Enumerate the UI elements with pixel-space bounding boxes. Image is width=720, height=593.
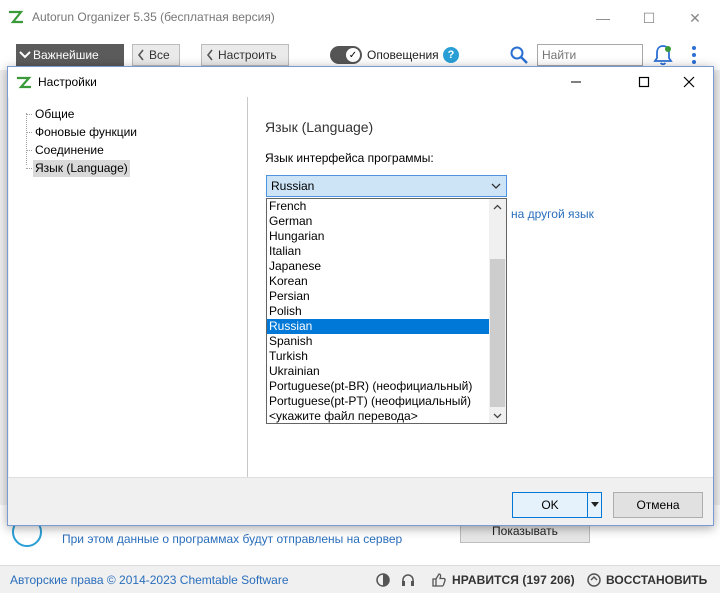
- close-icon: ✕: [689, 9, 701, 26]
- language-dropdown-list: French German Hungarian Italian Japanese Kore…: [266, 198, 507, 424]
- maximize-button[interactable]: ☐: [626, 6, 672, 30]
- dialog-minimize-button[interactable]: [556, 70, 596, 94]
- scroll-up-icon[interactable]: [489, 199, 506, 214]
- configure-button[interactable]: Настроить: [201, 44, 289, 66]
- tree-item-language[interactable]: Язык (Language): [33, 160, 130, 177]
- like-button[interactable]: НРАВИТСЯ (197 206): [452, 573, 575, 587]
- close-button[interactable]: ✕: [672, 6, 718, 30]
- language-settings-panel: Язык (Language) Язык интерфейса программ…: [248, 97, 713, 477]
- tree-item-connection[interactable]: Соединение: [33, 142, 106, 159]
- search-input[interactable]: [537, 44, 643, 66]
- ok-button-label: OK: [541, 498, 559, 512]
- more-menu-icon[interactable]: [688, 44, 700, 66]
- dialog-maximize-button[interactable]: [624, 70, 664, 94]
- dropdown-option[interactable]: Spanish: [267, 334, 489, 349]
- section-title: Язык (Language): [265, 119, 374, 135]
- dropdown-option[interactable]: Italian: [267, 244, 489, 259]
- chevron-down-icon: [491, 183, 501, 189]
- thumbs-up-icon[interactable]: [431, 572, 447, 588]
- dropdown-option[interactable]: German: [267, 214, 489, 229]
- scroll-down-icon[interactable]: [489, 408, 506, 423]
- bell-icon[interactable]: [653, 44, 673, 66]
- dropdown-option[interactable]: Persian: [267, 289, 489, 304]
- settings-dialog: Настройки Общие Фоновые функции Соединен…: [7, 66, 714, 526]
- restore-icon[interactable]: [586, 572, 602, 588]
- checkmark-icon: ✓: [345, 47, 361, 63]
- server-hint-text: При этом данные о программах будут отпра…: [62, 532, 403, 546]
- dialog-footer: OK Отмена: [8, 477, 713, 525]
- tree-item-background[interactable]: Фоновые функции: [33, 124, 139, 141]
- dropdown-option[interactable]: Korean: [267, 274, 489, 289]
- dropdown-option[interactable]: Hungarian: [267, 229, 489, 244]
- important-filter-button[interactable]: Важнейшие: [16, 44, 124, 66]
- headset-icon[interactable]: [400, 572, 416, 588]
- minimize-button[interactable]: —: [580, 6, 626, 30]
- dropdown-option[interactable]: Japanese: [267, 259, 489, 274]
- dropdown-option[interactable]: Ukrainian: [267, 364, 489, 379]
- chevron-left-icon: [133, 44, 149, 66]
- restore-button[interactable]: ВОССТАНОВИТЬ: [606, 573, 707, 587]
- theme-toggle-icon[interactable]: [375, 572, 391, 588]
- cancel-button[interactable]: Отмена: [613, 492, 703, 518]
- minimize-icon: [571, 81, 581, 83]
- language-combobox-value: Russian: [271, 179, 315, 193]
- ok-button[interactable]: OK: [512, 492, 602, 518]
- chevron-down-icon: [17, 44, 33, 66]
- scrollbar-thumb[interactable]: [490, 259, 505, 407]
- copyright-link[interactable]: Авторские права © 2014-2023 Chemtable So…: [10, 573, 289, 587]
- notifications-toggle[interactable]: ✓: [330, 46, 362, 64]
- app-logo-icon: [9, 10, 24, 24]
- maximize-icon: ☐: [642, 9, 656, 26]
- search-icon[interactable]: [509, 45, 529, 65]
- translate-link[interactable]: на другой язык: [511, 207, 594, 221]
- dropdown-option[interactable]: Portuguese(pt-BR) (неофициальный): [267, 379, 489, 394]
- minimize-icon: —: [596, 10, 610, 26]
- ok-split-chevron-icon[interactable]: [587, 493, 601, 517]
- all-filter-label: Все: [149, 48, 170, 62]
- chevron-left-icon: [202, 44, 218, 66]
- dropdown-scrollbar[interactable]: [489, 199, 506, 423]
- dialog-title: Настройки: [38, 75, 97, 89]
- main-toolbar: Важнейшие Все Настроить ✓ Оповещения ?: [0, 36, 720, 70]
- dropdown-option[interactable]: Turkish: [267, 349, 489, 364]
- help-icon[interactable]: ?: [443, 47, 459, 63]
- main-window-title: Autorun Organizer 5.35 (бесплатная верси…: [32, 10, 275, 24]
- notifications-label: Оповещения: [367, 48, 439, 62]
- main-titlebar: Autorun Organizer 5.35 (бесплатная верси…: [0, 0, 720, 36]
- dropdown-option[interactable]: <укажите файл перевода>: [267, 409, 489, 424]
- language-combobox[interactable]: Russian: [266, 175, 507, 197]
- app-logo-icon: [17, 76, 32, 89]
- maximize-icon: [638, 76, 650, 88]
- dropdown-option[interactable]: French: [267, 199, 489, 214]
- settings-tree: Общие Фоновые функции Соединение Язык (L…: [9, 97, 247, 477]
- status-bar: Авторские права © 2014-2023 Chemtable So…: [0, 565, 720, 593]
- dialog-titlebar: Настройки: [8, 67, 713, 97]
- language-field-label: Язык интерфейса программы:: [265, 151, 434, 165]
- dropdown-option[interactable]: Russian: [267, 319, 489, 334]
- important-filter-label: Важнейшие: [33, 48, 99, 62]
- configure-label: Настроить: [218, 48, 277, 62]
- dropdown-option[interactable]: Polish: [267, 304, 489, 319]
- close-icon: [683, 76, 695, 88]
- all-filter-button[interactable]: Все: [132, 44, 180, 66]
- dialog-close-button[interactable]: [669, 70, 709, 94]
- tree-item-general[interactable]: Общие: [33, 106, 76, 123]
- dropdown-option[interactable]: Portuguese(pt-PT) (неофициальный): [267, 394, 489, 409]
